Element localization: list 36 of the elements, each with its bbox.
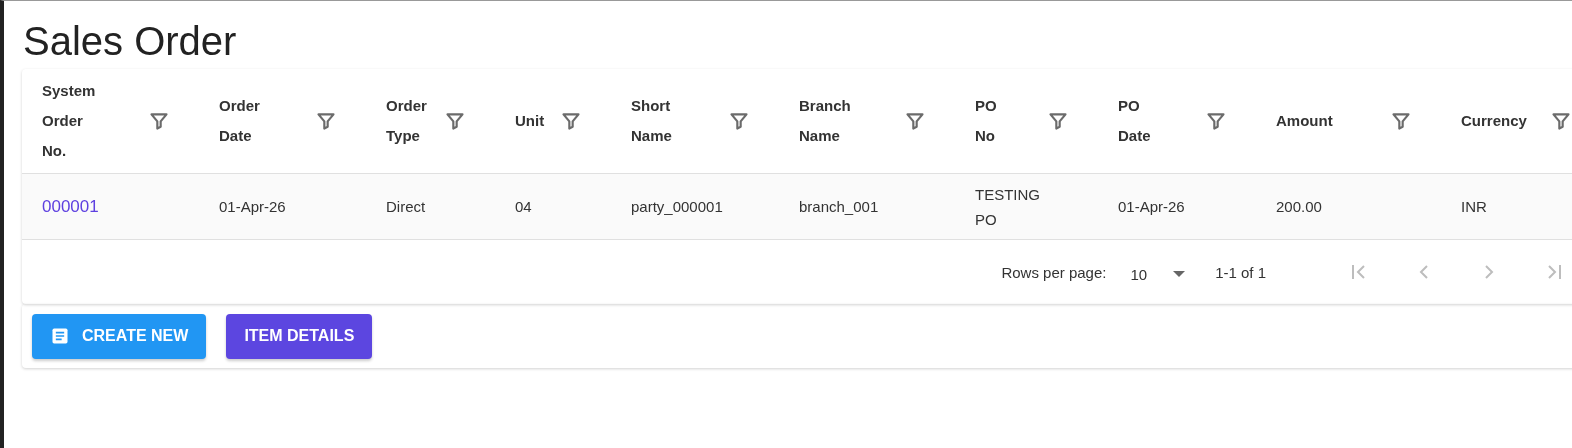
rows-per-page-select[interactable]: 10 [1130,261,1186,283]
column-header: Unit [515,111,545,131]
table-cell-text: INR [1461,197,1487,217]
table-cell-text: 04 [515,197,532,217]
column-header: System Order No. [42,81,96,161]
column-header: Amount [1276,111,1333,131]
column-header: Order Date [219,96,260,146]
filter-icon[interactable] [149,111,169,131]
column-header: Currency [1461,111,1527,131]
column-header: Branch Name [799,96,851,146]
filter-icon[interactable] [445,111,465,131]
caret-icon [1173,271,1186,277]
column-header: PO No [975,96,997,146]
column-header: PO Date [1118,96,1151,146]
page-title: Sales Order [23,18,238,65]
page-range: 1-1 of 1 [1215,263,1266,281]
item-details-button[interactable]: ITEM DETAILS [226,313,373,359]
filter-icon[interactable] [1391,111,1411,131]
filter-icon[interactable] [729,111,749,131]
table-cell-text: 200.00 [1276,197,1322,217]
filter-icon[interactable] [1206,111,1226,131]
table-cell-text: TESTING PO [975,184,1040,230]
rows-per-page-label: Rows per page: [1001,263,1107,281]
table-cell-text: 01-Apr-26 [219,197,286,217]
filter-icon[interactable] [561,111,581,131]
filter-icon[interactable] [1048,111,1068,131]
column-header: Short Name [631,96,672,146]
filter-icon[interactable] [1551,111,1571,131]
table-cell-text: 01-Apr-26 [1118,197,1185,217]
filter-icon[interactable] [316,111,336,131]
order-number-link[interactable]: 000001 [42,196,99,216]
table-cell-text: branch_001 [799,197,879,217]
table-cell-text: Direct [386,197,426,217]
column-header: Order Type [386,96,427,146]
filter-icon[interactable] [905,111,925,131]
table-cell-text: party_000001 [631,197,723,217]
